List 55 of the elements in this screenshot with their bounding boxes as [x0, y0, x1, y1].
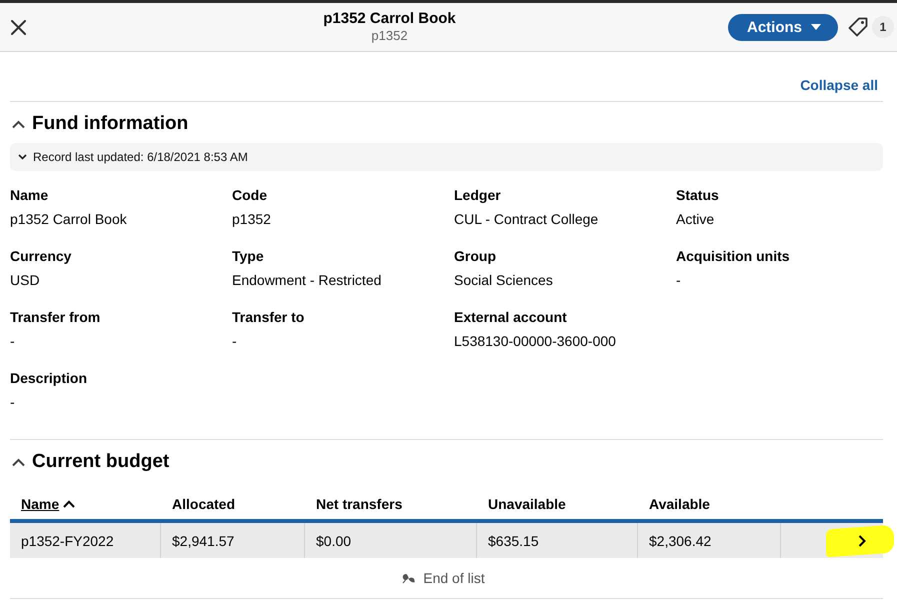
column-header[interactable]: Net transfers: [316, 496, 402, 512]
end-mark-icon: [402, 572, 416, 584]
field-label: Currency: [10, 247, 72, 266]
record-updated-bar[interactable]: Record last updated: 6/18/2021 8:53 AM: [10, 143, 883, 171]
caret-icon: [811, 24, 821, 30]
field-label: External account: [454, 308, 567, 327]
chevron-right-icon: [858, 534, 866, 546]
collapse-all-button[interactable]: Collapse all: [800, 76, 883, 94]
field-value: Active: [676, 210, 714, 229]
field-label: Acquisition units: [676, 247, 790, 266]
field-label: Ledger: [454, 186, 501, 205]
field-value: -: [10, 332, 15, 351]
table-row[interactable]: p1352-FY2022 $2,941.57 $0.00 $635.15 $2,306.42: [10, 523, 883, 558]
end-of-list-text: End of list: [423, 570, 485, 586]
table-cell: $2,306.42: [638, 523, 781, 558]
field-value: -: [10, 393, 15, 412]
caret-icon: [18, 154, 27, 160]
close-icon: [10, 20, 26, 34]
column-header[interactable]: Unavailable: [488, 496, 566, 512]
pane-title: p1352 Carrol Book: [323, 10, 456, 28]
field-value: p1352: [232, 210, 271, 229]
field-label: Name: [10, 186, 48, 205]
column-header[interactable]: Name: [21, 496, 76, 512]
field-value: -: [232, 332, 237, 351]
table-cell: p1352-FY2022: [10, 523, 161, 558]
field-label: Type: [232, 247, 264, 266]
field-value: CUL - Contract College: [454, 210, 598, 229]
field-label: Transfer to: [232, 308, 304, 327]
field-label: Group: [454, 247, 496, 266]
field-value: p1352 Carrol Book: [10, 210, 127, 229]
tags-button[interactable]: [846, 15, 870, 39]
field-label: Description: [10, 369, 88, 388]
field-label: Transfer from: [10, 308, 100, 327]
table-cell: $635.15: [477, 523, 638, 558]
record-updated-text: Record last updated: 6/18/2021 8:53 AM: [33, 150, 248, 164]
tag-count-badge: 1: [872, 16, 894, 38]
field-value: USD: [10, 271, 40, 290]
field-label: Code: [232, 186, 267, 205]
tag-icon: [848, 17, 868, 37]
column-header[interactable]: Available: [649, 496, 710, 512]
sort-ascending-icon: [63, 500, 76, 508]
field-value: Social Sciences: [454, 271, 553, 290]
caret-icon: [12, 458, 25, 466]
table-cell: $0.00: [305, 523, 477, 558]
column-header[interactable]: Allocated: [172, 496, 236, 512]
section-title: Fund information: [32, 112, 188, 136]
table-cell: $2,941.57: [161, 523, 305, 558]
field-value: -: [676, 271, 681, 290]
pane-subtitle: p1352: [371, 28, 408, 44]
caret-icon: [12, 120, 25, 128]
field-value: L538130-00000-3600-000: [454, 332, 616, 351]
section-title: Current budget: [32, 450, 170, 474]
field-label: Status: [676, 186, 719, 205]
actions-button[interactable]: Actions: [728, 14, 838, 40]
field-value: Endowment - Restricted: [232, 271, 382, 290]
